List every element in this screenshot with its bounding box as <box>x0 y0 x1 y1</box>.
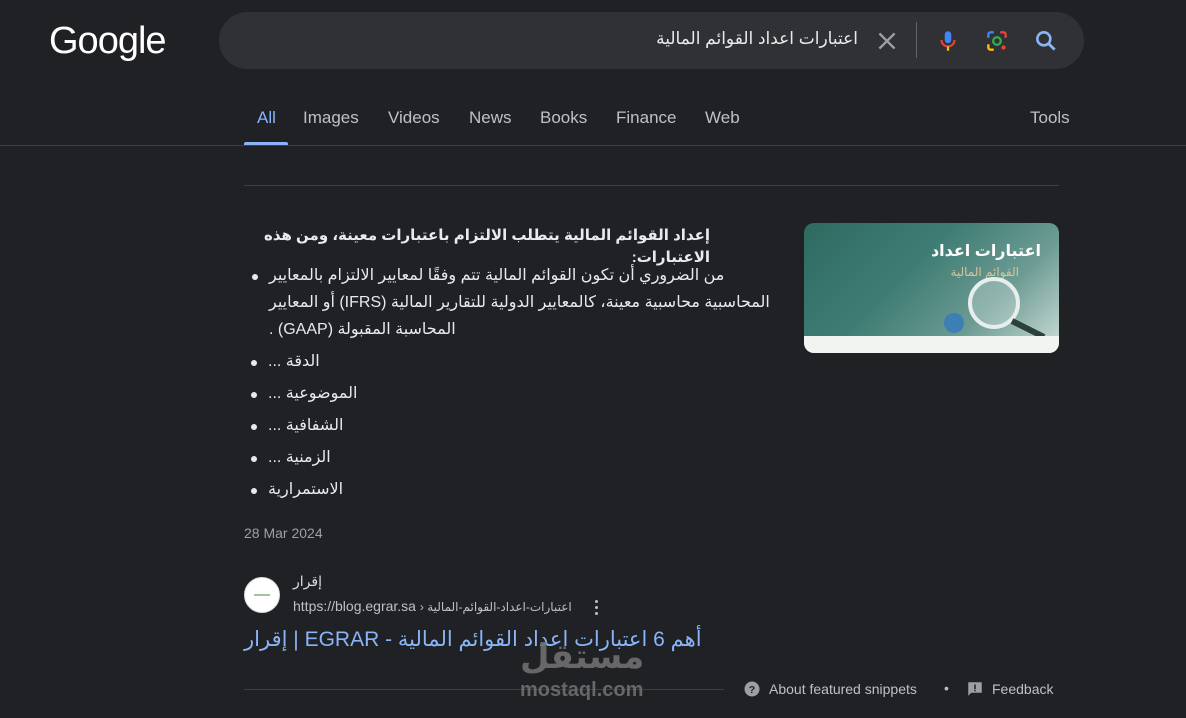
tab-books[interactable]: Books <box>540 108 587 128</box>
tab-all[interactable]: All <box>257 108 276 128</box>
tab-web[interactable]: Web <box>705 108 740 128</box>
more-options-icon[interactable] <box>591 597 601 617</box>
tools-button[interactable]: Tools <box>1030 108 1070 128</box>
about-label: About featured snippets <box>769 681 917 697</box>
clear-icon[interactable] <box>874 28 900 54</box>
tab-news[interactable]: News <box>469 108 512 128</box>
google-logo[interactable]: Google <box>49 20 167 63</box>
url-breadcrumb: › اعتبارات-اعداد-القوائم-المالية <box>419 600 572 614</box>
feedback-icon <box>968 682 982 696</box>
list-item: الدقة ... <box>244 348 779 375</box>
thumbnail-footer <box>804 336 1059 353</box>
site-url[interactable]: https://blog.egrar.sa › اعتبارات-اعداد-ا… <box>293 598 572 614</box>
lens-icon[interactable] <box>984 28 1010 54</box>
list-item: الموضوعية ... <box>244 380 779 407</box>
tab-images[interactable]: Images <box>303 108 359 128</box>
snippet-list: من الضروري أن تكون القوائم المالية تتم و… <box>244 262 779 508</box>
site-favicon[interactable] <box>244 577 280 613</box>
list-item: من الضروري أن تكون القوائم المالية تتم و… <box>245 262 779 343</box>
tab-videos[interactable]: Videos <box>388 108 440 128</box>
search-input[interactable]: اعتبارات اعداد القوائم المالية <box>656 29 858 49</box>
footer-separator: • <box>944 680 949 696</box>
site-name[interactable]: إقرار <box>293 573 322 590</box>
watermark-arabic: مستقل <box>520 638 645 676</box>
help-icon: ? <box>744 681 760 697</box>
thumbnail-title: اعتبارات اعداد <box>930 243 1041 260</box>
about-featured-snippets-link[interactable]: ? About featured snippets <box>743 680 917 698</box>
list-item: الزمنية ... <box>244 444 779 471</box>
feedback-label: Feedback <box>992 681 1054 697</box>
snippet-date: 28 Mar 2024 <box>244 525 323 541</box>
footer-divider <box>244 689 724 690</box>
watermark-latin: mostaql.com <box>520 679 644 701</box>
mic-icon[interactable] <box>935 28 961 54</box>
header-divider <box>0 145 1186 146</box>
url-domain: https://blog.egrar.sa <box>293 598 416 614</box>
list-item: الشفافية ... <box>244 412 779 439</box>
magnifier-chart-illustration <box>944 277 1046 340</box>
search-bar[interactable]: اعتبارات اعداد القوائم المالية <box>219 12 1084 69</box>
search-divider <box>916 22 917 58</box>
section-divider <box>244 185 1059 186</box>
snippet-thumbnail[interactable]: اعتبارات اعداد القوائم المالية <box>804 223 1059 353</box>
feedback-link[interactable]: Feedback <box>966 680 1053 698</box>
list-item: الاستمرارية <box>244 476 779 503</box>
tab-finance[interactable]: Finance <box>616 108 676 128</box>
search-icon[interactable] <box>1033 28 1059 54</box>
svg-text:?: ? <box>749 684 755 696</box>
